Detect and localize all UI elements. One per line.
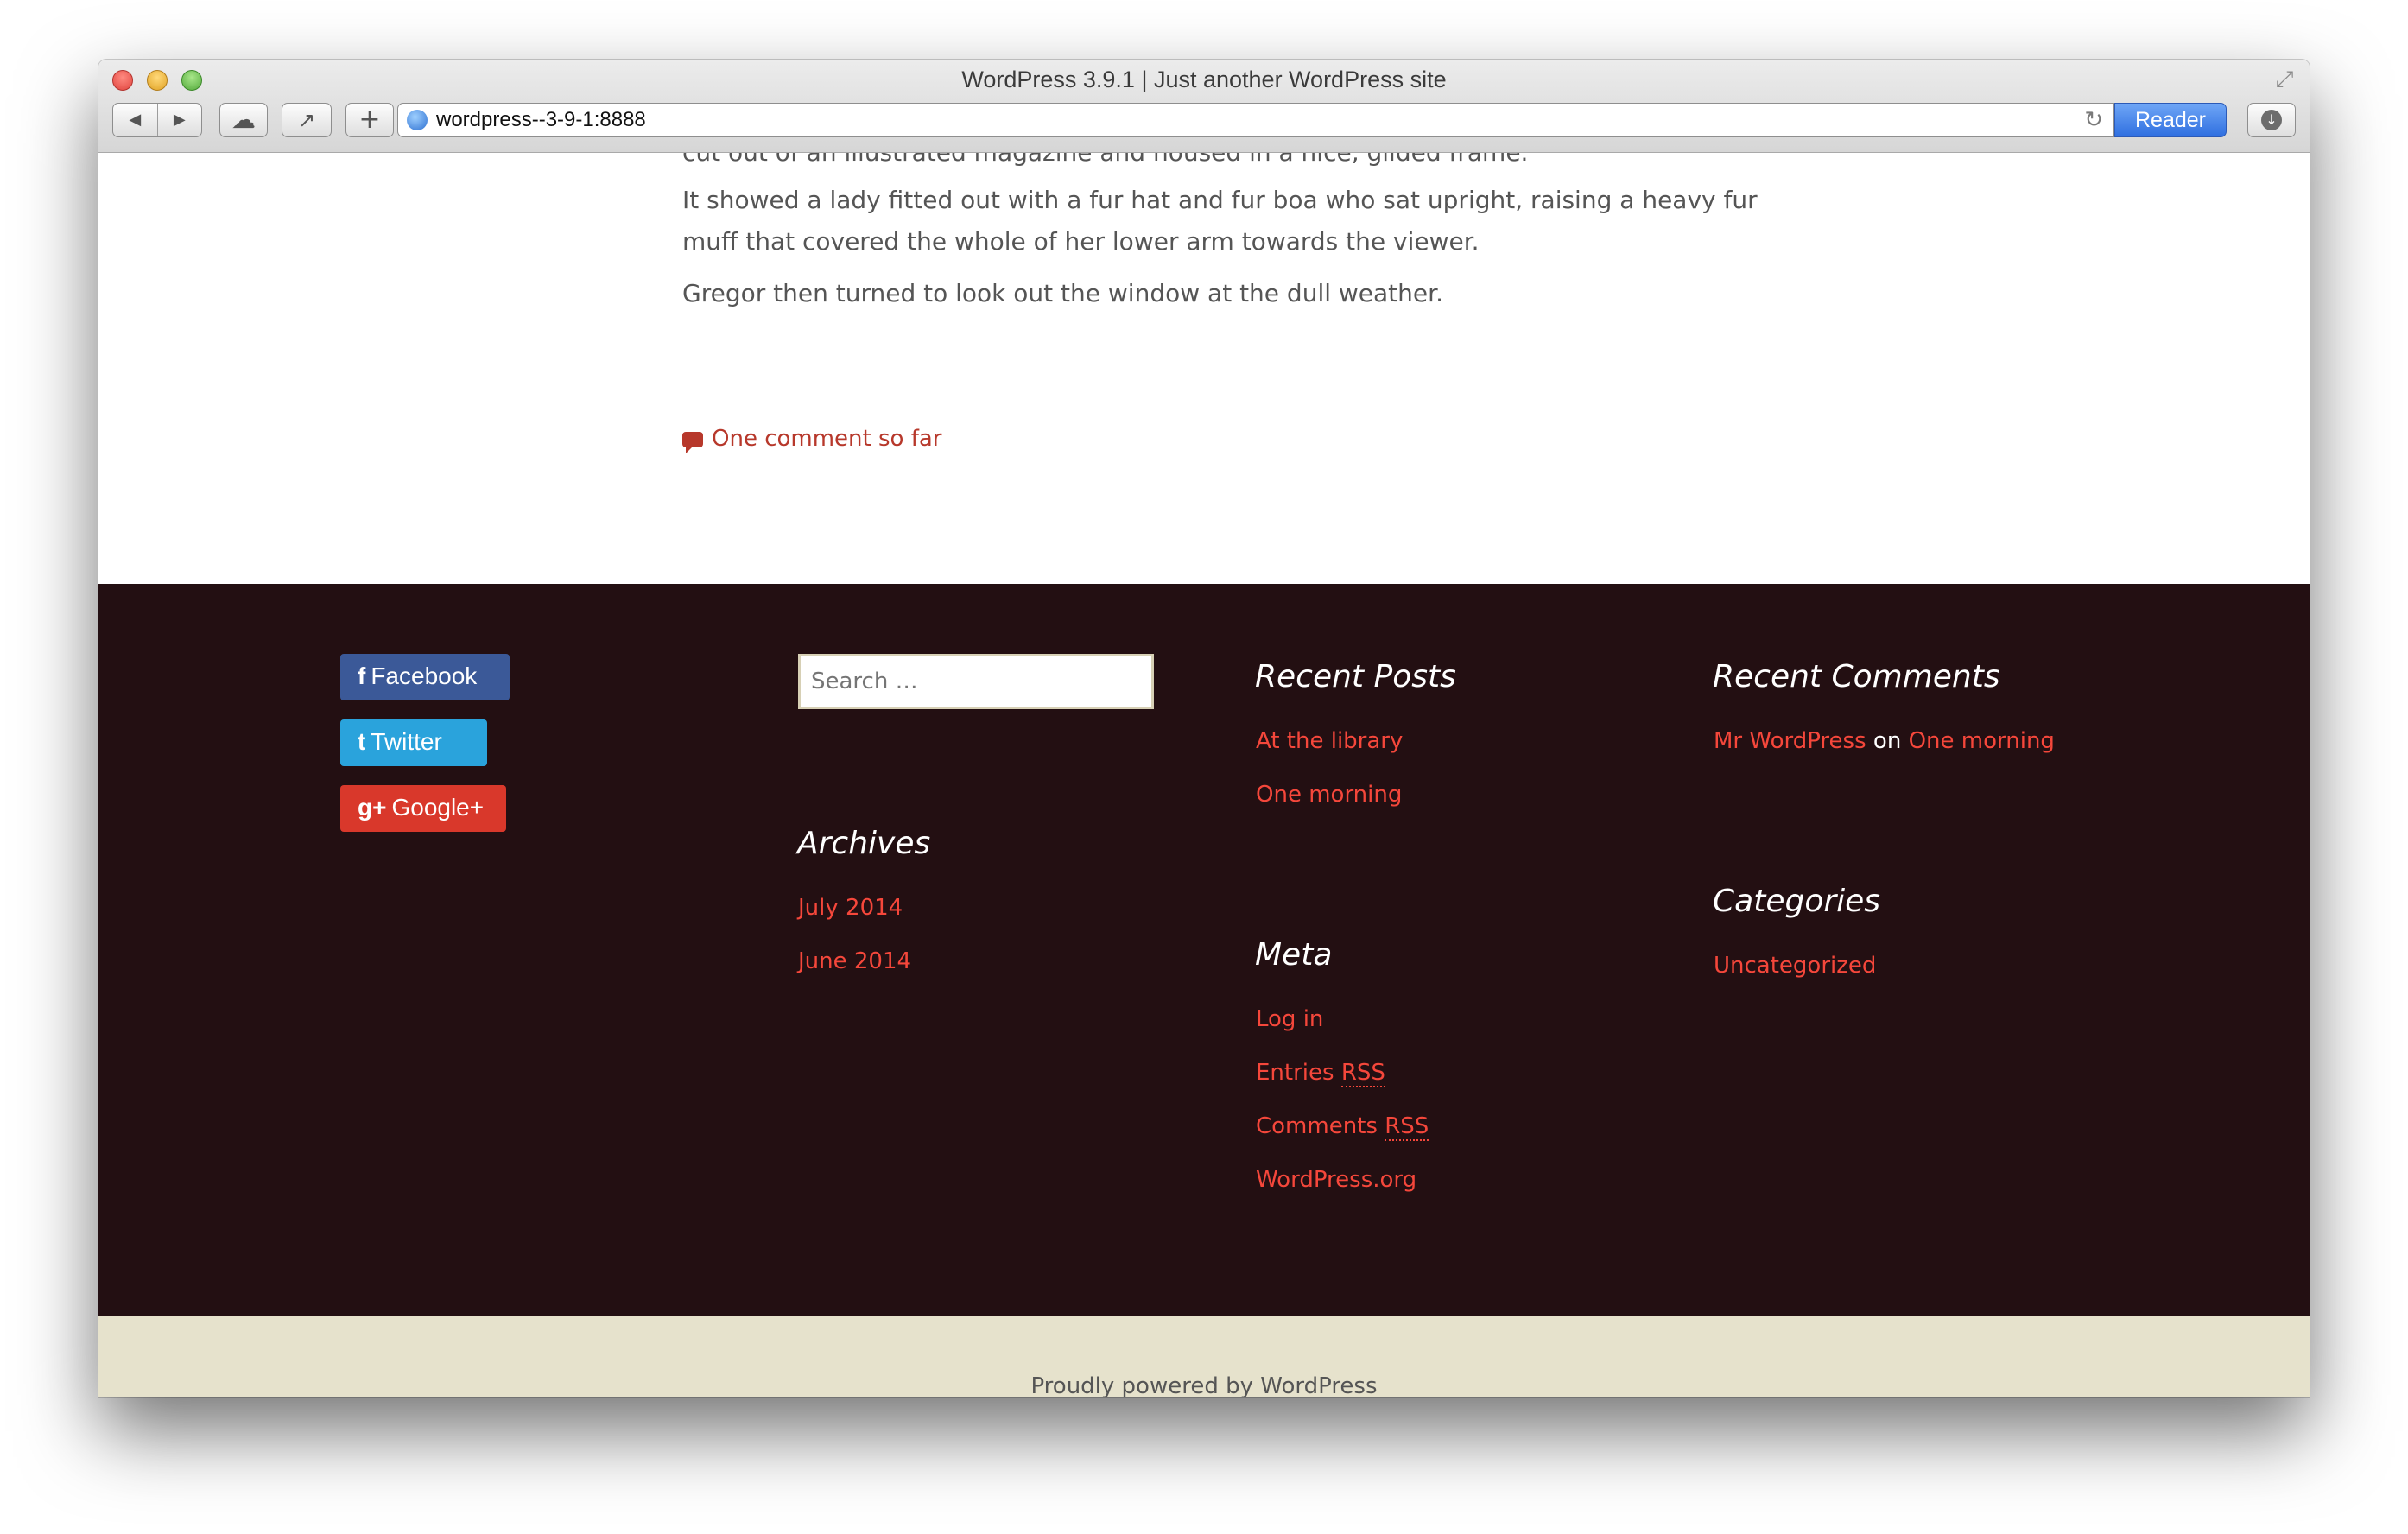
post-paragraph-clipped: cut out of an illustrated magazine and h… <box>682 153 1805 174</box>
meta-title: Meta <box>1255 937 1333 973</box>
address-bar[interactable]: wordpress--3-9-1:8888 ↻ <box>397 103 2114 137</box>
recent-post-link[interactable]: One morning <box>1256 782 1402 808</box>
url-text[interactable]: wordpress--3-9-1:8888 <box>436 104 646 136</box>
recent-post-link[interactable]: At the library <box>1256 728 1403 754</box>
rss-abbr: RSS <box>1340 1060 1385 1087</box>
comments-label: Comments <box>1256 1113 1378 1139</box>
archives-title: Archives <box>797 826 931 861</box>
recent-comments-title: Recent Comments <box>1713 659 2000 694</box>
entries-rss-link[interactable]: Entries RSS <box>1256 1060 1385 1087</box>
rss-abbr: RSS <box>1385 1113 1429 1141</box>
google-plus-icon: g+ <box>358 794 387 821</box>
plus-icon: + <box>358 105 381 135</box>
back-icon[interactable]: ◀ <box>113 104 158 136</box>
category-link[interactable]: Uncategorized <box>1714 953 1876 979</box>
site-info-footer: Proudly powered by WordPress <box>98 1316 2310 1397</box>
reload-icon[interactable]: ↻ <box>2084 104 2103 136</box>
facebook-button[interactable]: f Facebook <box>340 654 510 700</box>
comments-link[interactable]: One comment so far <box>682 426 942 453</box>
facebook-label: Facebook <box>371 662 478 689</box>
web-page: cut out of an illustrated magazine and h… <box>98 153 2310 1397</box>
categories-title: Categories <box>1713 884 1881 919</box>
comments-rss-link[interactable]: Comments RSS <box>1256 1113 1429 1141</box>
comments-link-label: One comment so far <box>712 426 942 452</box>
comment-bubble-icon <box>682 431 703 453</box>
recent-comment-item: Mr WordPress on One morning <box>1714 728 2055 754</box>
twitter-button[interactable]: t Twitter <box>340 719 487 766</box>
twitter-label: Twitter <box>371 728 442 755</box>
globe-icon <box>407 110 428 130</box>
search-input[interactable] <box>798 654 1154 709</box>
login-link[interactable]: Log in <box>1256 1006 1323 1032</box>
post-content: cut out of an illustrated magazine and h… <box>98 153 2310 584</box>
fullscreen-icon[interactable]: ⤢ <box>2272 67 2297 92</box>
download-icon: ↓ <box>2261 110 2282 130</box>
browser-toolbar: WordPress 3.9.1 | Just another WordPress… <box>98 60 2310 154</box>
recent-posts-title: Recent Posts <box>1255 659 1456 694</box>
archive-link[interactable]: June 2014 <box>798 948 911 974</box>
google-plus-label: Google+ <box>391 794 485 821</box>
downloads-button[interactable]: ↓ <box>2247 103 2296 137</box>
entries-label: Entries <box>1256 1060 1334 1086</box>
browser-window: WordPress 3.9.1 | Just another WordPress… <box>98 60 2310 1397</box>
facebook-icon: f <box>358 662 366 689</box>
post-paragraph: It showed a lady fitted out with a fur h… <box>682 186 1758 256</box>
reader-button[interactable]: Reader <box>2114 103 2227 137</box>
forward-icon[interactable]: ▶ <box>158 104 202 136</box>
wordpress-org-link[interactable]: WordPress.org <box>1256 1167 1416 1193</box>
cloud-icon: ☁ <box>231 105 256 134</box>
new-tab-button[interactable]: + <box>345 103 394 137</box>
archive-link[interactable]: July 2014 <box>798 895 903 921</box>
comment-post-link[interactable]: One morning <box>1909 728 2055 754</box>
footer-widgets: fFacebook tTwitter g+Google+ Archives Ju… <box>98 584 2310 1316</box>
google-plus-button[interactable]: g+ Google+ <box>340 785 506 832</box>
twitter-icon: t <box>358 728 366 755</box>
comment-author-link[interactable]: Mr WordPress <box>1714 728 1866 754</box>
share-icon: ↗ <box>297 108 316 132</box>
icloud-tabs-button[interactable]: ☁ <box>219 103 268 137</box>
window-title: WordPress 3.9.1 | Just another WordPress… <box>961 67 1447 92</box>
share-button[interactable]: ↗ <box>282 103 332 137</box>
post-paragraph: Gregor then turned to look out the windo… <box>682 279 1443 307</box>
powered-by-link[interactable]: Proudly powered by WordPress <box>98 1316 2310 1397</box>
on-word: on <box>1873 728 1902 754</box>
back-forward-buttons: ◀ ▶ <box>112 103 202 137</box>
